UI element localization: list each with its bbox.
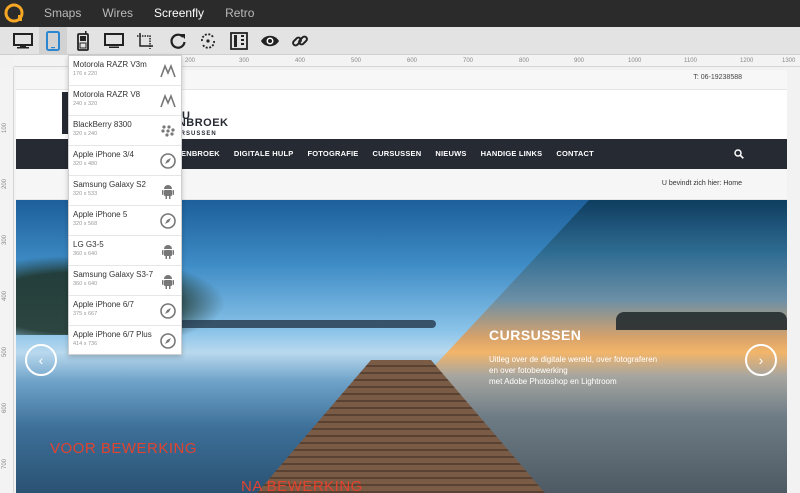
site-nav-item[interactable]: CONTACT <box>556 139 594 169</box>
toolbar <box>0 27 800 55</box>
rotate-icon <box>170 33 186 49</box>
link-icon <box>292 35 308 47</box>
slide-text-line: Uitleg over de digitale wereld, over fot… <box>489 355 658 364</box>
label-before-editing: VOOR BEWERKING <box>50 440 198 457</box>
site-nav-item[interactable]: ENBROEK <box>181 139 220 169</box>
ruler-label: 1100 <box>684 58 697 64</box>
tablet-button[interactable] <box>39 27 67 55</box>
app-nav-screenfly[interactable]: Screenfly <box>154 0 204 27</box>
ruler-left: 100 200 300 400 500 600 700 <box>0 67 14 493</box>
slide-text-line: en over fotobewerking <box>489 366 568 375</box>
ruler-label: 500 <box>351 58 362 64</box>
ruler-label: 400 <box>295 58 306 64</box>
breadcrumb-home-link[interactable]: Home <box>723 180 742 187</box>
share-link-button[interactable] <box>286 27 314 55</box>
breadcrumb-text: U bevindt zich hier: Home <box>662 180 742 187</box>
site-nav-item[interactable]: CURSUSSEN <box>372 139 421 169</box>
desktop-button[interactable] <box>9 27 37 55</box>
android-icon <box>162 245 174 259</box>
device-option[interactable]: Apple iPhone 5 320 x 568 <box>69 206 181 236</box>
ruler-label: 300 <box>239 58 250 64</box>
safari-icon <box>160 213 176 229</box>
label-after-editing: NA BEWERKING <box>241 478 363 493</box>
tv-icon <box>104 33 124 48</box>
safari-icon <box>160 303 176 319</box>
tv-button[interactable] <box>100 27 128 55</box>
slide-text: Uitleg over de digitale wereld, over fot… <box>489 354 719 387</box>
android-icon <box>162 185 174 199</box>
slide-text-line: met Adobe Photoshop en Lightroom <box>489 377 617 386</box>
ruler-label: 700 <box>463 58 474 64</box>
ruler-label: 400 <box>2 290 9 302</box>
app-nav-wires[interactable]: Wires <box>102 0 133 27</box>
chevron-right-icon: › <box>758 352 764 368</box>
app-nav-retro[interactable]: Retro <box>225 0 254 27</box>
eye-icon <box>261 35 279 47</box>
slider-prev-button[interactable]: ‹ <box>25 344 57 376</box>
refresh-icon <box>201 33 215 49</box>
site-nav-item[interactable]: DIGITALE HULP <box>234 139 294 169</box>
motorola-icon <box>160 93 176 108</box>
chevron-left-icon: ‹ <box>38 352 44 368</box>
search-icon[interactable] <box>734 149 744 159</box>
device-option[interactable]: BlackBerry 8300 320 x 240 <box>69 116 181 146</box>
ruler-label: 200 <box>185 58 196 64</box>
android-icon <box>162 275 174 289</box>
device-option[interactable]: Apple iPhone 6/7 Plus 414 x 736 <box>69 326 181 356</box>
safari-icon <box>160 153 176 169</box>
hero-treeline <box>156 320 436 328</box>
ruler-label: 1200 <box>740 58 754 64</box>
breadcrumb-prefix: U bevindt zich hier: <box>661 180 722 187</box>
device-option[interactable]: Apple iPhone 3/4 320 x 480 <box>69 146 181 176</box>
app-bar: Smaps Wires Screenfly Retro <box>0 0 800 27</box>
mobile-icon <box>77 31 89 51</box>
preview-button[interactable] <box>256 27 284 55</box>
ruler-label: 1000 <box>628 58 642 64</box>
split-button[interactable] <box>225 27 253 55</box>
ruler-label: 900 <box>574 58 585 64</box>
tablet-icon <box>46 31 60 51</box>
device-option[interactable]: LG G3-5 360 x 640 <box>69 236 181 266</box>
rotate-button[interactable] <box>164 27 192 55</box>
ruler-label: 800 <box>519 58 530 64</box>
device-dropdown: Motorola RAZR V3m 176 x 220 Motorola RAZ… <box>68 55 182 355</box>
refresh-button[interactable] <box>194 27 222 55</box>
ruler-label: 600 <box>2 402 9 414</box>
mobile-button[interactable] <box>69 27 97 55</box>
ruler-label: 700 <box>2 458 9 470</box>
blackberry-icon <box>161 125 175 137</box>
hero-trees-right <box>616 312 787 330</box>
motorola-icon <box>160 63 176 78</box>
ruler-label: 200 <box>2 178 9 190</box>
ruler-label: 300 <box>2 234 9 246</box>
split-icon <box>230 32 248 50</box>
crop-icon <box>137 33 153 49</box>
slider-next-button[interactable]: › <box>745 344 777 376</box>
ruler-label: 1300 <box>782 58 796 64</box>
device-option[interactable]: Samsung Galaxy S3-7 360 x 640 <box>69 266 181 296</box>
slide-title: CURSUSSEN <box>489 327 582 343</box>
ruler-label: 600 <box>407 58 418 64</box>
ruler-label: 500 <box>2 346 9 358</box>
site-nav-item[interactable]: FOTOGRAFIE <box>307 139 358 169</box>
device-option[interactable]: Motorola RAZR V8 240 x 320 <box>69 86 181 116</box>
site-phone: T: 06-19238588 <box>693 74 742 81</box>
app-nav: Smaps Wires Screenfly Retro <box>44 0 275 27</box>
device-option[interactable]: Apple iPhone 6/7 375 x 667 <box>69 296 181 326</box>
site-nav-item[interactable]: NIEUWS <box>435 139 466 169</box>
device-option[interactable]: Samsung Galaxy S2 320 x 533 <box>69 176 181 206</box>
ruler-label: 100 <box>2 122 9 134</box>
app-nav-smaps[interactable]: Smaps <box>44 0 81 27</box>
app-logo-icon[interactable] <box>4 3 24 23</box>
site-nav-items: ENBROEK DIGITALE HULP FOTOGRAFIE CURSUSS… <box>181 139 608 169</box>
device-option[interactable]: Motorola RAZR V3m 176 x 220 <box>69 56 181 86</box>
site-nav-item[interactable]: HANDIGE LINKS <box>481 139 543 169</box>
safari-icon <box>160 333 176 349</box>
desktop-icon <box>13 33 33 49</box>
custom-size-button[interactable] <box>131 27 159 55</box>
